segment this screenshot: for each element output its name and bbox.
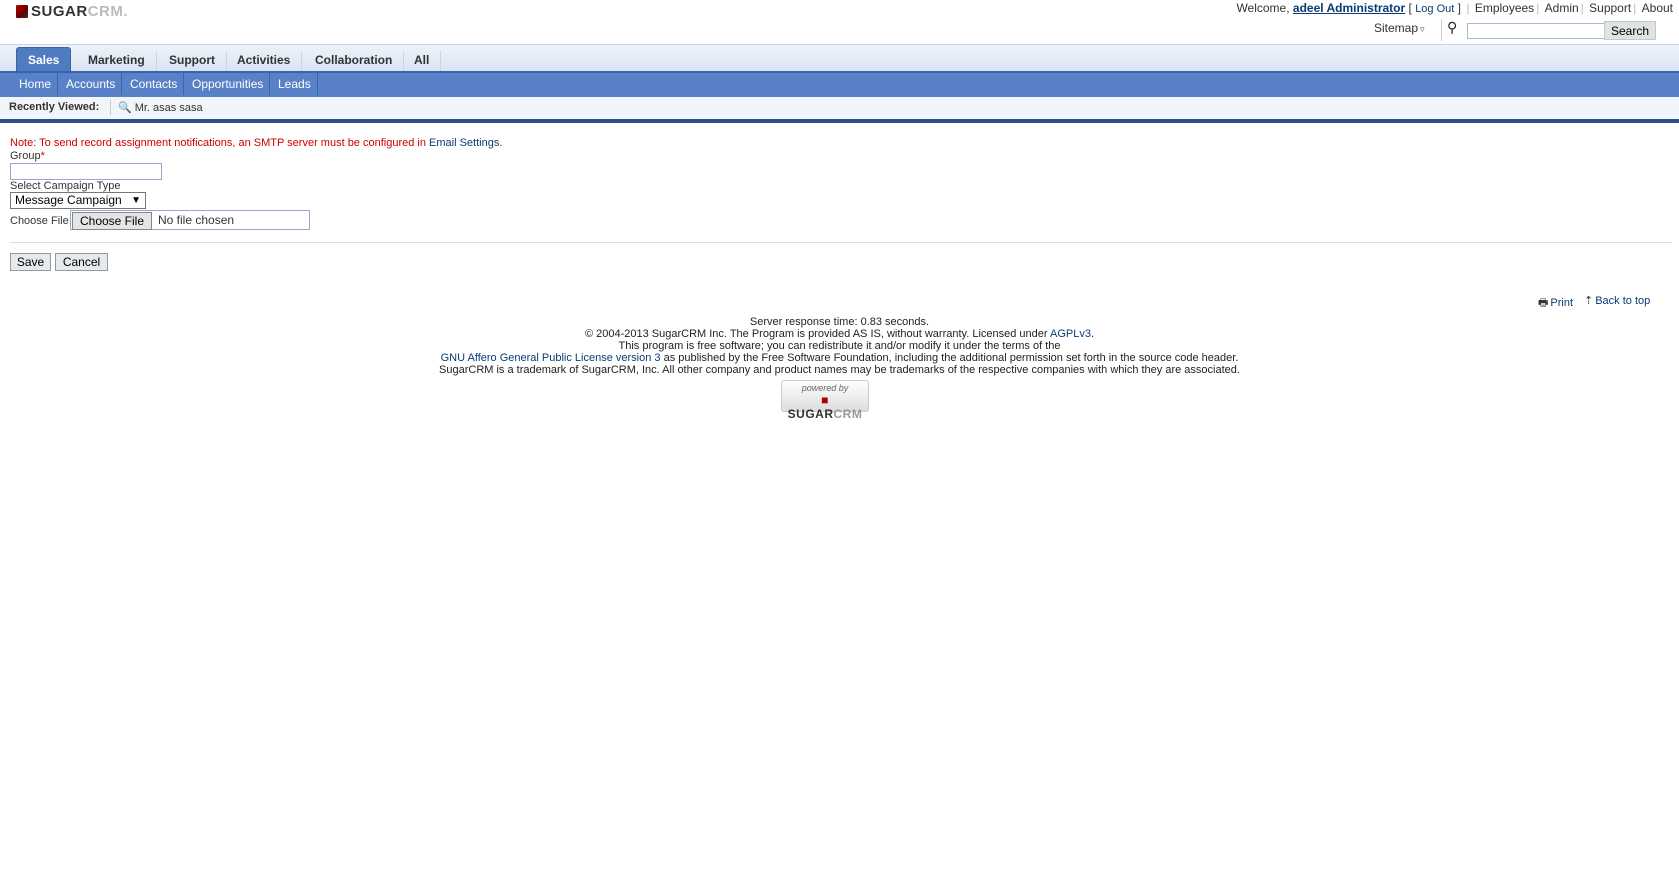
sugarcrm-cube-icon — [16, 5, 28, 18]
global-links: | Employees | Admin | Support | About — [1466, 1, 1673, 15]
module-tabs-bar: Sales Marketing Support Activities Colla… — [0, 44, 1679, 72]
divider — [10, 242, 1672, 243]
sitemap-menu[interactable]: Sitemap ▿ — [1374, 21, 1425, 35]
group-label: Group* — [10, 150, 45, 162]
sitemap-label: Sitemap — [1374, 21, 1419, 35]
subtab-accounts[interactable]: Accounts — [60, 73, 123, 95]
choose-file-label: Choose File — [10, 215, 69, 227]
welcome-prefix: Welcome, — [1236, 1, 1290, 15]
smtp-note: Note: To send record assignment notifica… — [10, 137, 503, 149]
license-text: GNU Affero General Public License versio… — [440, 352, 1239, 364]
tab-support[interactable]: Support — [158, 51, 227, 71]
subtab-contacts[interactable]: Contacts — [124, 73, 185, 95]
print-link[interactable]: 🖶 Print — [1538, 294, 1573, 313]
trademark-text: SugarCRM is a trademark of SugarCRM, Inc… — [439, 364, 1240, 376]
tab-marketing[interactable]: Marketing — [77, 51, 157, 71]
contact-search-icon: 🔍 — [118, 102, 132, 114]
campaign-type-select[interactable]: Message Campaign ▼ — [10, 192, 146, 209]
chevron-down-icon: ▿ — [1420, 24, 1425, 34]
email-settings-link[interactable]: Email Settings — [429, 137, 499, 149]
gnu-license-link[interactable]: GNU Affero General Public License versio… — [441, 352, 661, 364]
admin-link[interactable]: Admin — [1545, 1, 1579, 15]
logout-link[interactable]: Log Out — [1415, 3, 1454, 15]
search-icon[interactable]: ⚲ — [1447, 19, 1457, 36]
footer: Server response time: 0.83 seconds. © 20… — [0, 316, 1679, 376]
required-marker: * — [40, 150, 45, 162]
powered-by-label: powered by — [801, 383, 849, 393]
divider — [1441, 19, 1442, 41]
recently-viewed-label: Recently Viewed: — [9, 101, 100, 113]
save-button[interactable]: Save — [10, 253, 51, 271]
copyright-text: © 2004-2013 SugarCRM Inc. The Program is… — [584, 328, 1095, 340]
employees-link[interactable]: Employees — [1475, 1, 1534, 15]
divider — [110, 100, 111, 115]
subtab-leads[interactable]: Leads — [272, 73, 318, 95]
dropdown-arrow-icon: ▼ — [131, 195, 141, 206]
subtab-opportunities[interactable]: Opportunities — [186, 73, 271, 95]
welcome-area: Welcome, adeel Administrator [ Log Out ] — [1236, 1, 1461, 15]
subtab-home[interactable]: Home — [13, 73, 59, 95]
about-link[interactable]: About — [1642, 1, 1673, 15]
printer-icon: 🖶 — [1538, 297, 1549, 309]
recently-viewed-item[interactable]: 🔍 Mr. asas sasa — [118, 101, 203, 114]
powered-by-brand: ■ SUGARCRM — [787, 393, 863, 421]
server-response-time: Server response time: 0.83 seconds. — [749, 316, 930, 328]
agpl-link[interactable]: AGPLv3 — [1050, 328, 1091, 340]
recently-viewed-bar: Recently Viewed: 🔍 Mr. asas sasa — [0, 97, 1679, 123]
no-file-text: No file chosen — [158, 213, 235, 227]
cancel-button[interactable]: Cancel — [55, 253, 108, 271]
user-name-link[interactable]: adeel Administrator — [1293, 1, 1405, 15]
arrow-up-icon: ⇡ — [1584, 295, 1594, 307]
support-link[interactable]: Support — [1589, 1, 1631, 15]
sub-tabs-bar: Home Accounts Contacts Opportunities Lea… — [0, 71, 1679, 97]
tab-all[interactable]: All — [403, 51, 442, 71]
tab-collaboration[interactable]: Collaboration — [304, 51, 405, 71]
group-input[interactable] — [10, 163, 162, 180]
tab-sales[interactable]: Sales — [16, 47, 72, 72]
sugarcrm-logo[interactable]: SUGARCRM. — [16, 3, 128, 20]
back-to-top-link[interactable]: ⇡ Back to top — [1584, 294, 1650, 307]
choose-file-button[interactable]: Choose File — [72, 212, 152, 230]
free-software-text: This program is free software; you can r… — [618, 340, 1061, 352]
powered-by-sugarcrm-badge[interactable]: powered by ■ SUGARCRM — [781, 380, 869, 421]
campaign-type-label: Select Campaign Type — [10, 180, 121, 192]
logo-text: SUGARCRM. — [31, 3, 128, 20]
search-button[interactable]: Search — [1604, 21, 1656, 40]
tab-activities[interactable]: Activities — [226, 51, 303, 71]
